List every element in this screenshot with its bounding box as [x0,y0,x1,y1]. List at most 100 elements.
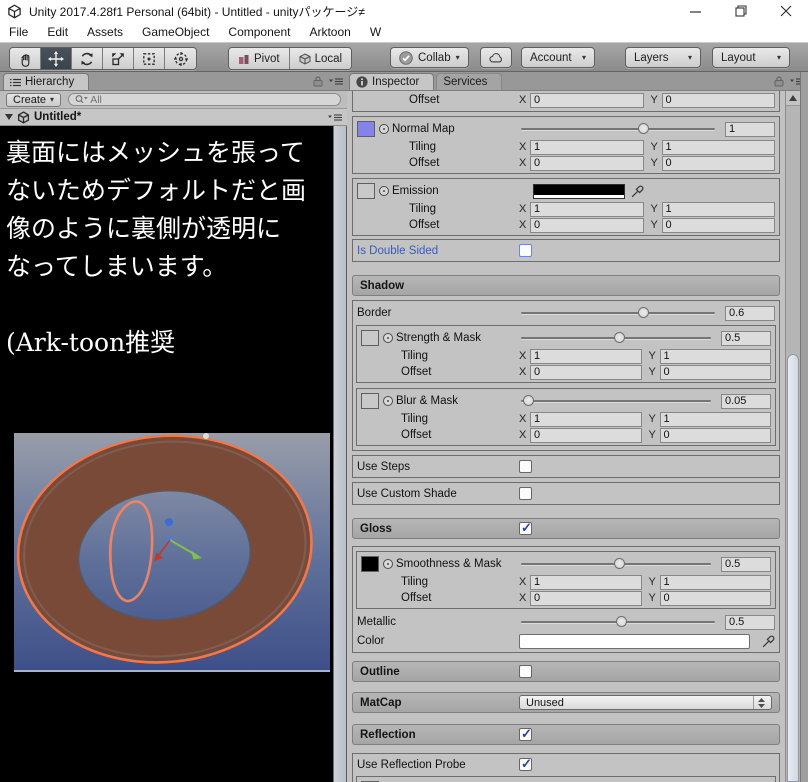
reflection-checkbox[interactable] [519,726,532,742]
close-button[interactable] [763,0,808,22]
gloss-tiling-y-field[interactable]: 1 [659,574,771,590]
blur-offset-y-field[interactable]: 0 [659,427,771,443]
gloss-smoothness-value-field[interactable]: 0.5 [721,556,771,572]
texture-target-icon[interactable] [379,124,389,134]
strength-mask-slider[interactable] [519,331,713,345]
account-dropdown[interactable]: Account ▾ [521,47,595,68]
use-steps-checkbox[interactable] [519,460,532,473]
scrollbar-thumb[interactable] [787,354,799,782]
outline-checkbox[interactable] [519,665,532,678]
offset-y-field[interactable]: 0 [661,92,775,108]
menu-assets[interactable]: Assets [84,25,133,39]
cloud-button[interactable] [480,47,512,68]
menu-component[interactable]: Component [225,25,300,39]
smoothness-texture-swatch[interactable] [361,556,379,572]
normal-map-tiling-x-field[interactable]: 1 [530,139,644,155]
scene-row-untitled[interactable]: Untitled* [0,109,347,126]
layout-dropdown[interactable]: Layout ▾ [712,47,790,68]
emission-tiling-y-field[interactable]: 1 [661,201,775,217]
matcap-section-header[interactable]: MatCap Unused [352,692,780,713]
strength-mask-value-field[interactable]: 0.5 [721,330,771,346]
metallic-value-field[interactable]: 0.5 [725,614,775,630]
gloss-offset-y-field[interactable]: 0 [659,590,771,606]
blur-mask-slider[interactable] [519,394,713,408]
foldout-triangle-icon[interactable] [5,114,13,120]
metallic-slider[interactable] [519,615,717,629]
emission-offset-y-field[interactable]: 0 [661,217,775,233]
hierarchy-search[interactable] [68,93,341,106]
strength-texture-swatch[interactable] [361,330,379,346]
create-button[interactable]: Create ▾ [6,92,62,107]
texture-target-icon[interactable] [383,333,393,343]
menu-file[interactable]: File [6,25,38,39]
strength-tiling-y-field[interactable]: 1 [659,348,771,364]
menu-arktoon[interactable]: Arktoon [306,25,360,39]
restore-button[interactable] [718,0,763,22]
outline-section-header[interactable]: Outline [352,661,780,682]
gloss-checkbox[interactable] [519,520,532,536]
blur-tiling-y-field[interactable]: 1 [659,411,771,427]
reflection-section-header[interactable]: Reflection [352,724,780,745]
normal-map-texture-swatch[interactable] [357,121,375,137]
lock-icon[interactable] [773,75,785,87]
rect-tool-button[interactable] [134,48,165,69]
normal-map-tiling-y-field[interactable]: 1 [661,139,775,155]
emission-tiling-x-field[interactable]: 1 [530,201,644,217]
inspector-scrollbar[interactable] [785,91,800,782]
gloss-tiling-x-field[interactable]: 1 [530,574,642,590]
border-slider[interactable] [519,306,717,320]
blur-tiling-x-field[interactable]: 1 [530,411,642,427]
shadow-section-header[interactable]: Shadow [352,275,780,296]
normal-map-slider[interactable] [519,122,717,136]
normal-map-offset-x-field[interactable]: 0 [530,155,644,171]
scene-menu-icon[interactable] [328,113,342,122]
local-toggle-button[interactable]: Local [289,48,352,69]
panel-splitter[interactable] [333,126,347,782]
gloss-offset-x-field[interactable]: 0 [530,590,642,606]
gloss-section-header[interactable]: Gloss [352,518,780,539]
scrollbar-up-arrow[interactable] [786,91,800,106]
transform-tool-button[interactable] [165,48,196,69]
strength-offset-y-field[interactable]: 0 [659,364,771,380]
blur-texture-swatch[interactable] [361,393,379,409]
blur-mask-value-field[interactable]: 0.05 [721,393,771,409]
emission-color-field[interactable] [533,183,625,199]
rotate-tool-button[interactable] [72,48,103,69]
emission-texture-swatch[interactable] [357,183,375,199]
menu-gameobject[interactable]: GameObject [139,25,219,39]
strength-tiling-x-field[interactable]: 1 [530,348,642,364]
scale-tool-button[interactable] [103,48,134,69]
texture-target-icon[interactable] [379,186,389,196]
texture-target-icon[interactable] [383,559,393,569]
hand-tool-button[interactable] [10,48,41,69]
collab-button[interactable]: Collab ▾ [390,47,469,68]
tab-hierarchy[interactable]: Hierarchy [3,73,90,90]
search-input[interactable] [90,93,334,106]
tab-services[interactable]: Services [436,73,503,90]
normal-map-value-field[interactable]: 1 [725,121,775,137]
panel-menu-icon[interactable] [329,77,343,86]
layers-dropdown[interactable]: Layers ▾ [625,47,701,68]
texture-target-icon[interactable] [383,396,393,406]
menu-window[interactable]: W [367,25,391,39]
emission-offset-x-field[interactable]: 0 [530,217,644,233]
use-custom-shade-checkbox[interactable] [519,487,532,500]
menu-edit[interactable]: Edit [44,25,78,39]
matcap-dropdown[interactable]: Unused [519,695,772,710]
use-reflection-probe-checkbox[interactable] [519,756,532,772]
is-double-sided-checkbox[interactable] [519,244,532,257]
offset-x-field[interactable]: 0 [530,92,644,108]
move-tool-button[interactable] [41,48,72,69]
scene-view-content[interactable]: 裏面にはメッシュを張って ないためデフォルトだと画 像のように裏側が透明に なっ… [0,126,333,782]
pivot-toggle-button[interactable]: Pivot [229,48,290,69]
border-value-field[interactable]: 0.6 [725,305,775,321]
gloss-smoothness-slider[interactable] [519,557,713,571]
tab-inspector[interactable]: Inspector [349,73,435,90]
eyedropper-icon[interactable] [762,634,775,648]
eyedropper-icon[interactable] [631,184,644,198]
normal-map-offset-y-field[interactable]: 0 [661,155,775,171]
strength-offset-x-field[interactable]: 0 [530,364,642,380]
lock-icon[interactable] [312,75,324,87]
gloss-color-field[interactable] [519,633,750,649]
minimize-button[interactable] [673,0,718,22]
